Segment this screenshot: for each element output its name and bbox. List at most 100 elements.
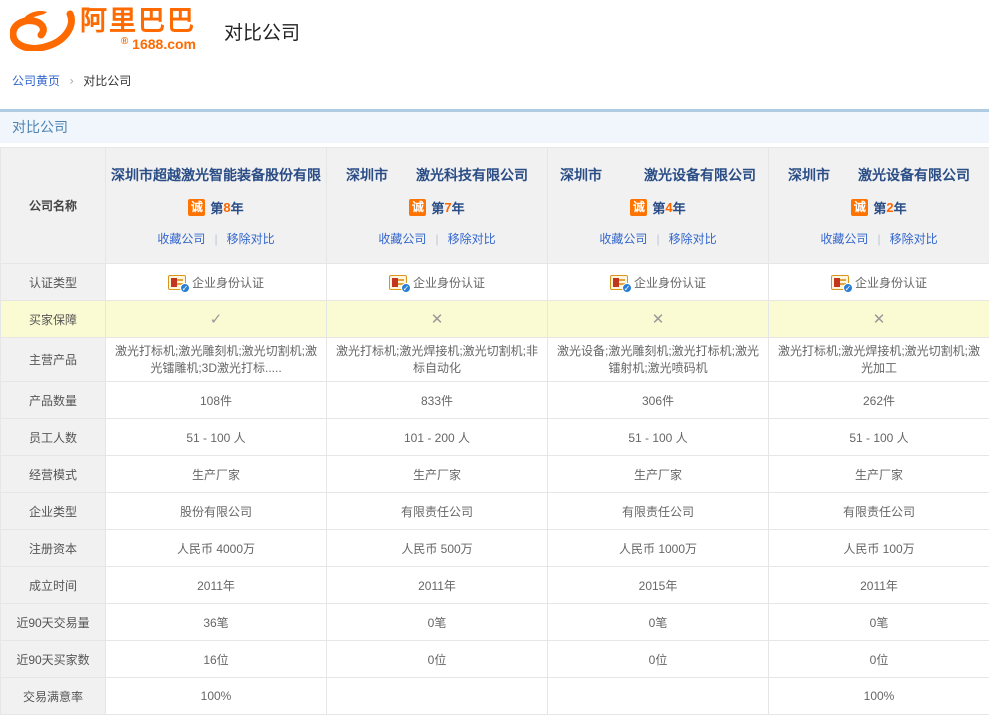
table-row-product-count: 产品数量 108件 833件 306件 262件	[1, 382, 989, 419]
breadcrumb-current: 对比公司	[83, 74, 131, 88]
chengxintong-badge-icon: 诚	[851, 199, 868, 216]
year-suffix: 年	[452, 198, 465, 217]
link-separator: |	[877, 232, 880, 246]
product-count-cell: 833件	[327, 382, 548, 419]
main-products-cell[interactable]: 激光设备;激光雕刻机;激光打标机;激光镭射机;激光喷码机	[548, 338, 769, 382]
buyers-90d-cell: 0位	[548, 641, 769, 678]
year-suffix: 年	[673, 198, 686, 217]
row-label-founded: 成立时间	[1, 567, 106, 604]
cert-cell: ✓企业身份认证	[548, 264, 769, 301]
blue-check-badge-icon: ✓	[843, 283, 853, 293]
founded-cell: 2011年	[769, 567, 989, 604]
company-name-link[interactable]: 深圳市 激光科技有限公司	[346, 165, 528, 185]
company-name-link[interactable]: 深圳市超越激光智能装备股份有限...	[111, 165, 321, 185]
capital-cell: 人民币 100万	[769, 530, 989, 567]
founded-cell: 2015年	[548, 567, 769, 604]
table-row-cert-type: 认证类型 ✓企业身份认证 ✓企业身份认证 ✓企业身份认证 ✓企业身份认证	[1, 264, 989, 301]
satisfaction-cell: 100%	[769, 678, 989, 715]
cert-label: 企业身份认证	[413, 276, 485, 290]
breadcrumb-home-link[interactable]: 公司黄页	[12, 74, 60, 88]
company-type-cell: 有限责任公司	[327, 493, 548, 530]
cert-cell: ✓企业身份认证	[106, 264, 327, 301]
top-header: 阿里巴巴 ® 1688.com 对比公司	[0, 0, 989, 58]
table-row-registered-capital: 注册资本 人民币 4000万 人民币 500万 人民币 1000万 人民币 10…	[1, 530, 989, 567]
product-count-cell: 306件	[548, 382, 769, 419]
chengxintong-badge-icon: 诚	[188, 199, 205, 216]
table-row-company-type: 企业类型 股份有限公司 有限责任公司 有限责任公司 有限责任公司	[1, 493, 989, 530]
logo-brand-text: 阿里巴巴	[80, 6, 196, 36]
favorite-company-link[interactable]: 收藏公司	[378, 232, 426, 246]
row-label-trades-90d: 近90天交易量	[1, 604, 106, 641]
blue-check-badge-icon: ✓	[622, 283, 632, 293]
favorite-company-link[interactable]: 收藏公司	[820, 232, 868, 246]
founded-cell: 2011年	[106, 567, 327, 604]
buyers-90d-cell: 0位	[769, 641, 989, 678]
capital-cell: 人民币 500万	[327, 530, 548, 567]
cross-mark-icon: ✕	[873, 311, 886, 328]
year-suffix: 年	[894, 198, 907, 217]
blue-check-badge-icon: ✓	[401, 283, 411, 293]
row-label-buyer-guarantee: 买家保障	[1, 301, 106, 338]
remove-compare-link[interactable]: 移除对比	[669, 232, 717, 246]
favorite-company-link[interactable]: 收藏公司	[157, 232, 205, 246]
business-mode-cell: 生产厂家	[327, 456, 548, 493]
section-title: 对比公司	[12, 119, 68, 135]
founded-cell: 2011年	[327, 567, 548, 604]
company-type-cell: 股份有限公司	[106, 493, 327, 530]
alibaba-smiley-icon	[10, 7, 76, 51]
cert-label: 企业身份认证	[634, 276, 706, 290]
registered-mark: ®	[121, 36, 128, 47]
table-row-employees: 员工人数 51 - 100 人 101 - 200 人 51 - 100 人 5…	[1, 419, 989, 456]
trades-90d-cell: 0笔	[548, 604, 769, 641]
row-label-business-mode: 经营模式	[1, 456, 106, 493]
year-number: 8	[223, 200, 230, 215]
company-name-link[interactable]: 深圳市 激光设备有限公司	[788, 165, 970, 185]
cross-mark-icon: ✕	[652, 311, 665, 328]
id-card-cert-icon: ✓	[389, 275, 407, 290]
product-count-cell: 262件	[769, 382, 989, 419]
main-products-cell[interactable]: 激光打标机;激光雕刻机;激光切割机;激光镭雕机;3D激光打标.....	[106, 338, 327, 382]
trades-90d-cell: 0笔	[769, 604, 989, 641]
company-name-link[interactable]: 深圳市 激光设备有限公司	[560, 165, 756, 185]
year-number: 2	[886, 200, 893, 215]
favorite-company-link[interactable]: 收藏公司	[599, 232, 647, 246]
company-type-cell: 有限责任公司	[769, 493, 989, 530]
row-label-company-name: 公司名称	[1, 148, 106, 264]
year-number: 4	[665, 200, 672, 215]
table-row-company-name: 公司名称 深圳市超越激光智能装备股份有限... 诚第8年 收藏公司|移除对比 深…	[1, 148, 989, 264]
table-row-buyers-90d: 近90天买家数 16位 0位 0位 0位	[1, 641, 989, 678]
satisfaction-cell: 100%	[106, 678, 327, 715]
alibaba-logo[interactable]: 阿里巴巴 ® 1688.com	[10, 7, 196, 51]
cert-cell: ✓企业身份认证	[769, 264, 989, 301]
chengxintong-badge-icon: 诚	[409, 199, 426, 216]
satisfaction-cell	[327, 678, 548, 715]
employees-cell: 101 - 200 人	[327, 419, 548, 456]
remove-compare-link[interactable]: 移除对比	[227, 232, 275, 246]
employees-cell: 51 - 100 人	[106, 419, 327, 456]
main-products-cell[interactable]: 激光打标机;激光焊接机;激光切割机;非标自动化	[327, 338, 548, 382]
table-row-trades-90d: 近90天交易量 36笔 0笔 0笔 0笔	[1, 604, 989, 641]
business-mode-cell: 生产厂家	[769, 456, 989, 493]
trades-90d-cell: 36笔	[106, 604, 327, 641]
year-prefix: 第	[652, 198, 665, 217]
id-card-cert-icon: ✓	[610, 275, 628, 290]
employees-cell: 51 - 100 人	[769, 419, 989, 456]
remove-compare-link[interactable]: 移除对比	[890, 232, 938, 246]
main-products-cell[interactable]: 激光打标机;激光焊接机;激光切割机;激光加工	[769, 338, 989, 382]
satisfaction-cell	[548, 678, 769, 715]
company-compare-table: 公司名称 深圳市超越激光智能装备股份有限... 诚第8年 收藏公司|移除对比 深…	[0, 147, 989, 715]
capital-cell: 人民币 1000万	[548, 530, 769, 567]
business-mode-cell: 生产厂家	[548, 456, 769, 493]
capital-cell: 人民币 4000万	[106, 530, 327, 567]
buyers-90d-cell: 16位	[106, 641, 327, 678]
year-prefix: 第	[210, 198, 223, 217]
row-label-company-type: 企业类型	[1, 493, 106, 530]
remove-compare-link[interactable]: 移除对比	[448, 232, 496, 246]
id-card-cert-icon: ✓	[168, 275, 186, 290]
company-type-cell: 有限责任公司	[548, 493, 769, 530]
row-label-product-count: 产品数量	[1, 382, 106, 419]
row-label-satisfaction: 交易满意率	[1, 678, 106, 715]
row-label-buyers-90d: 近90天买家数	[1, 641, 106, 678]
year-suffix: 年	[231, 198, 244, 217]
guarantee-cell: ✕	[548, 301, 769, 338]
